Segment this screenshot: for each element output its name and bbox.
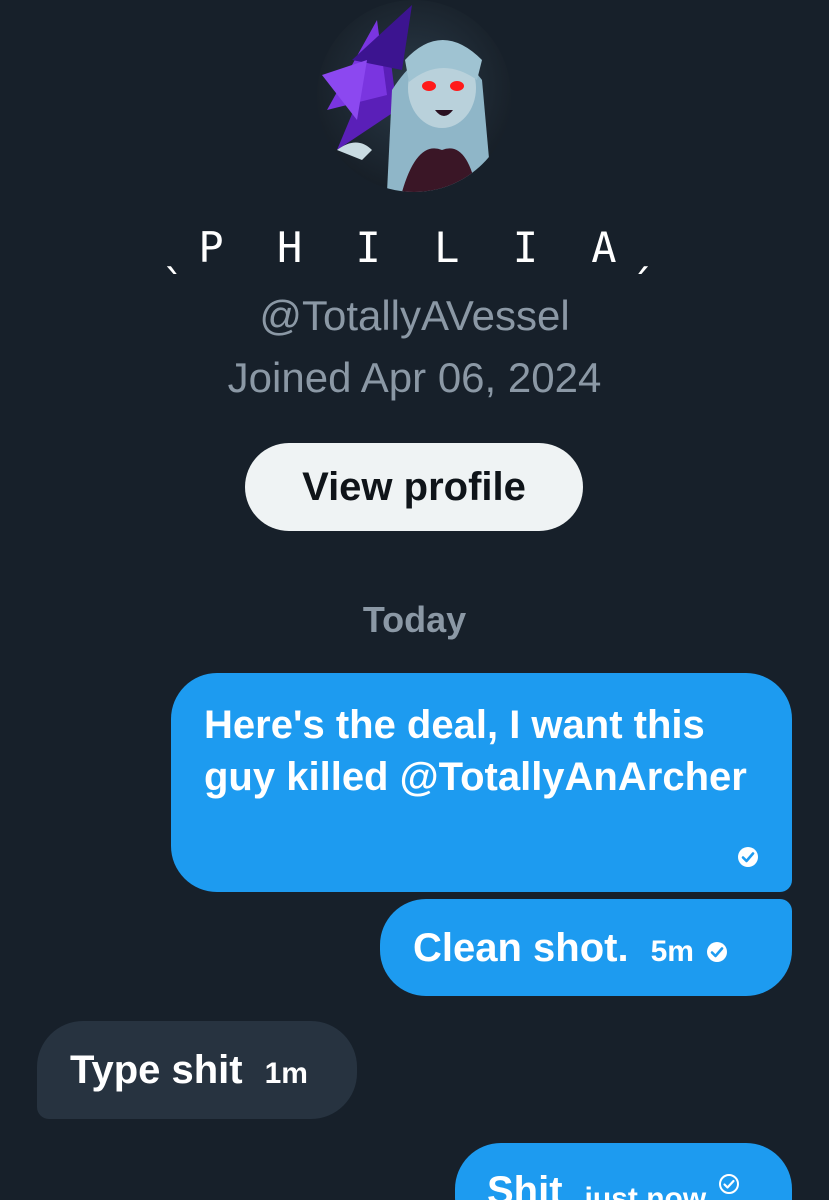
date-separator: Today	[362, 599, 467, 640]
profile-display-name: ˎP H I L I Aˏ	[159, 223, 670, 272]
message-bubble-incoming[interactable]: Type shit 1m	[37, 1021, 357, 1119]
sent-check-icon	[718, 1173, 740, 1195]
dm-conversation-screen: ˎP H I L I Aˏ @TotallyAVessel Joined Apr…	[0, 0, 829, 1200]
profile-handle[interactable]: @TotallyAVessel	[0, 290, 829, 342]
message-timestamp: 1m	[264, 1057, 308, 1090]
message-text: Type shit	[70, 1048, 243, 1092]
message-bubble-outgoing[interactable]: Shit just now	[455, 1143, 792, 1200]
message-timestamp: just now	[584, 1182, 707, 1200]
view-profile-button[interactable]: View profile	[245, 443, 583, 531]
message-bubble-outgoing[interactable]: Here's the deal, I want this guy killed …	[171, 673, 792, 892]
sent-check-icon	[706, 941, 728, 963]
avatar[interactable]	[317, 0, 511, 192]
message-text: Shit	[487, 1169, 563, 1200]
avatar-image	[317, 0, 511, 192]
message-text: Clean shot.	[413, 925, 629, 970]
message-timestamp: 5m	[650, 934, 694, 968]
profile-joined-date: Joined Apr 06, 2024	[227, 354, 602, 401]
message-bubble-outgoing[interactable]: Clean shot. 5m	[380, 899, 792, 996]
message-text: Here's the deal, I want this guy killed …	[204, 703, 747, 799]
sent-check-icon	[737, 846, 759, 868]
